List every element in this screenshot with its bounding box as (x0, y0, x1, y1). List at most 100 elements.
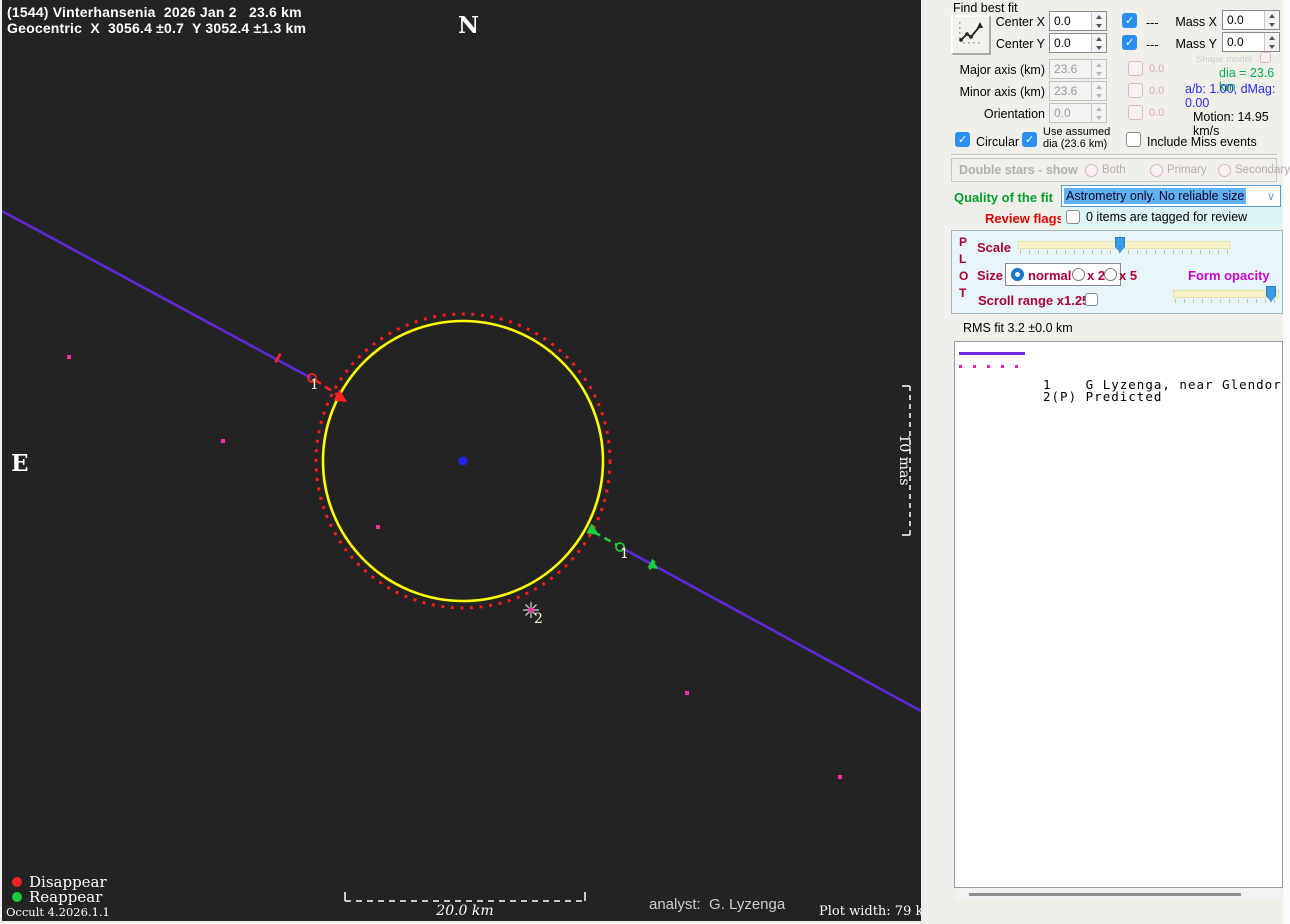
review-flags-strip: 0 items are tagged for review (1061, 207, 1283, 228)
include-miss-checkbox[interactable] (1126, 132, 1141, 147)
orientation-value: 0.0 (1054, 106, 1071, 120)
list-item[interactable]: 2(P) Predicted (955, 359, 1282, 404)
disappear-arrowhead (333, 389, 347, 402)
chevron-down-icon: ∨ (1266, 191, 1275, 203)
minor-axis-spinner: 23.6 (1049, 81, 1107, 101)
use-assumed-checkbox[interactable] (1022, 132, 1037, 147)
disappear-dot-icon (12, 877, 22, 887)
panel-right-edge (1283, 0, 1290, 924)
form-opacity-track (1173, 290, 1279, 298)
chord1-line-swatch (959, 352, 1025, 355)
use-assumed-line1: Use assumed (1043, 126, 1111, 138)
center-x-value: 0.0 (1054, 14, 1071, 28)
major-axis-spinner: 23.6 (1049, 59, 1107, 79)
predicted-chord-dots (67, 355, 842, 779)
include-miss-label: Include Miss events (1147, 135, 1257, 149)
major-axis-label: Major axis (km) (959, 63, 1045, 77)
scale-label: Scale (977, 240, 1011, 255)
center-x-checkbox[interactable] (1122, 13, 1137, 28)
shape-model-checkbox (1260, 52, 1271, 63)
list-row2-desc: Predicted (1085, 389, 1163, 404)
size-x2-radio[interactable] (1072, 268, 1085, 281)
double-primary-label: Primary (1167, 164, 1207, 176)
ab-dmag-text: a/b: 1.00, dMag: 0.00 (1185, 82, 1276, 110)
list-row2-number: 2(P) (1043, 389, 1078, 404)
plot-letter-t: T (959, 286, 967, 300)
chord1-reappear-number: 1 (620, 546, 629, 562)
legend-reappear: Reappear (12, 888, 102, 906)
reappear-dot-icon (12, 892, 22, 902)
rms-fit-text: RMS fit 3.2 ±0.0 km (963, 321, 1073, 335)
scrollbar-thumb[interactable] (969, 893, 1241, 896)
minor-axis-value: 23.6 (1054, 84, 1078, 98)
circular-label: Circular (976, 135, 1020, 149)
chord1-line-in (2, 209, 312, 380)
plot-canvas (2, 209, 921, 902)
use-assumed-line2: dia (23.6 km) (1043, 137, 1108, 150)
center-y-checkbox[interactable] (1122, 35, 1137, 50)
use-assumed-label: Use assumed dia (23.6 km) (1043, 126, 1111, 150)
center-x-spin-buttons[interactable] (1091, 12, 1106, 30)
chord1-line-out (621, 546, 921, 713)
scroll-range-label: Scroll range x1.25 (978, 293, 1090, 308)
observer-list[interactable]: 1 G Lyzenga, near Glendor 2(P) Predicted (954, 341, 1283, 888)
mass-x-value: 0.0 (1227, 13, 1244, 27)
orientation-checkbox (1128, 105, 1143, 120)
plot-title-line1: (1544) Vinterhansenia 2026 Jan 2 23.6 km (7, 4, 302, 20)
center-y-value: 0.0 (1054, 36, 1071, 50)
size-normal-radio[interactable] (1011, 268, 1024, 281)
orientation-label: Orientation (983, 107, 1045, 121)
chord1-disappear-number: 1 (310, 377, 319, 393)
mass-y-spinner[interactable]: 0.0 (1222, 32, 1280, 52)
km-scale-label: 20.0 km (436, 903, 494, 919)
north-label: N (458, 12, 480, 39)
double-both-label: Both (1102, 164, 1126, 176)
occult-app-window: (1544) Vinterhansenia 2026 Jan 2 23.6 km… (0, 0, 1290, 924)
plot-width-label: Plot width: 79 km (819, 904, 936, 919)
scale-slider-ticks (1020, 250, 1228, 254)
version-label: Occult 4.2026.1.1 (6, 905, 110, 919)
center-x-spinner[interactable]: 0.0 (1049, 11, 1107, 31)
review-flags-checkbox[interactable] (1066, 210, 1080, 224)
minor-axis-label: Minor axis (km) (959, 85, 1045, 99)
quality-combobox[interactable]: Astrometry only. No reliable size ∨ (1061, 185, 1281, 207)
plot-title-line2: Geocentric X 3056.4 ±0.7 Y 3052.4 ±1.3 k… (7, 20, 307, 36)
size-options-box: normal x 2 x 5 (1005, 263, 1137, 286)
size-x5-radio[interactable] (1104, 268, 1117, 281)
center-y-spinner[interactable]: 0.0 (1049, 33, 1107, 53)
mass-x-spin-buttons[interactable] (1264, 11, 1279, 29)
mass-y-value: 0.0 (1227, 35, 1244, 49)
double-stars-title: Double stars - show (959, 163, 1078, 177)
center-x-dashes: --- (1146, 16, 1159, 30)
circular-checkbox[interactable] (955, 132, 970, 147)
motion-text: Motion: 14.95 km/s (1193, 110, 1269, 138)
mass-x-spinner[interactable]: 0.0 (1222, 10, 1280, 30)
double-secondary-label: Secondary (1235, 164, 1290, 176)
mass-y-label: Mass Y (1175, 37, 1217, 51)
form-opacity-slider[interactable] (1173, 286, 1279, 304)
center-dot (458, 456, 468, 466)
orientation-flag: 0.0 (1149, 107, 1165, 119)
scale-slider[interactable] (1018, 237, 1230, 255)
plot-controls-group: P L O T Scale Size normal x 2 x 5 Form o… (951, 230, 1283, 314)
major-axis-flag: 0.0 (1149, 63, 1165, 75)
center-y-label: Center Y (995, 37, 1045, 51)
control-panel: Find best fit Center X 0.0 --- Center Y … (921, 0, 1290, 924)
scroll-range-checkbox[interactable] (1085, 293, 1098, 306)
quality-value: Astrometry only. No reliable size (1064, 188, 1247, 204)
double-stars-groupbox: Double stars - show Both Primary Seconda… (951, 158, 1290, 182)
double-both-radio (1085, 164, 1098, 177)
mass-y-spin-buttons[interactable] (1264, 33, 1279, 51)
occultation-plot: (1544) Vinterhansenia 2026 Jan 2 23.6 km… (0, 0, 936, 921)
list-horizontal-scrollbar[interactable] (955, 889, 1282, 900)
reappear-dashed-segment (593, 530, 618, 547)
review-flags-label: Review flags (985, 211, 1064, 226)
double-primary-radio (1150, 164, 1163, 177)
size-x2-label: x 2 (1087, 268, 1106, 283)
minor-axis-checkbox (1128, 83, 1143, 98)
size-normal-label: normal (1028, 268, 1072, 283)
find-best-fit-label: Find best fit (953, 1, 1018, 15)
size-label: Size (977, 268, 1004, 283)
center-y-spin-buttons[interactable] (1091, 34, 1106, 52)
minor-axis-flag: 0.0 (1149, 85, 1165, 97)
